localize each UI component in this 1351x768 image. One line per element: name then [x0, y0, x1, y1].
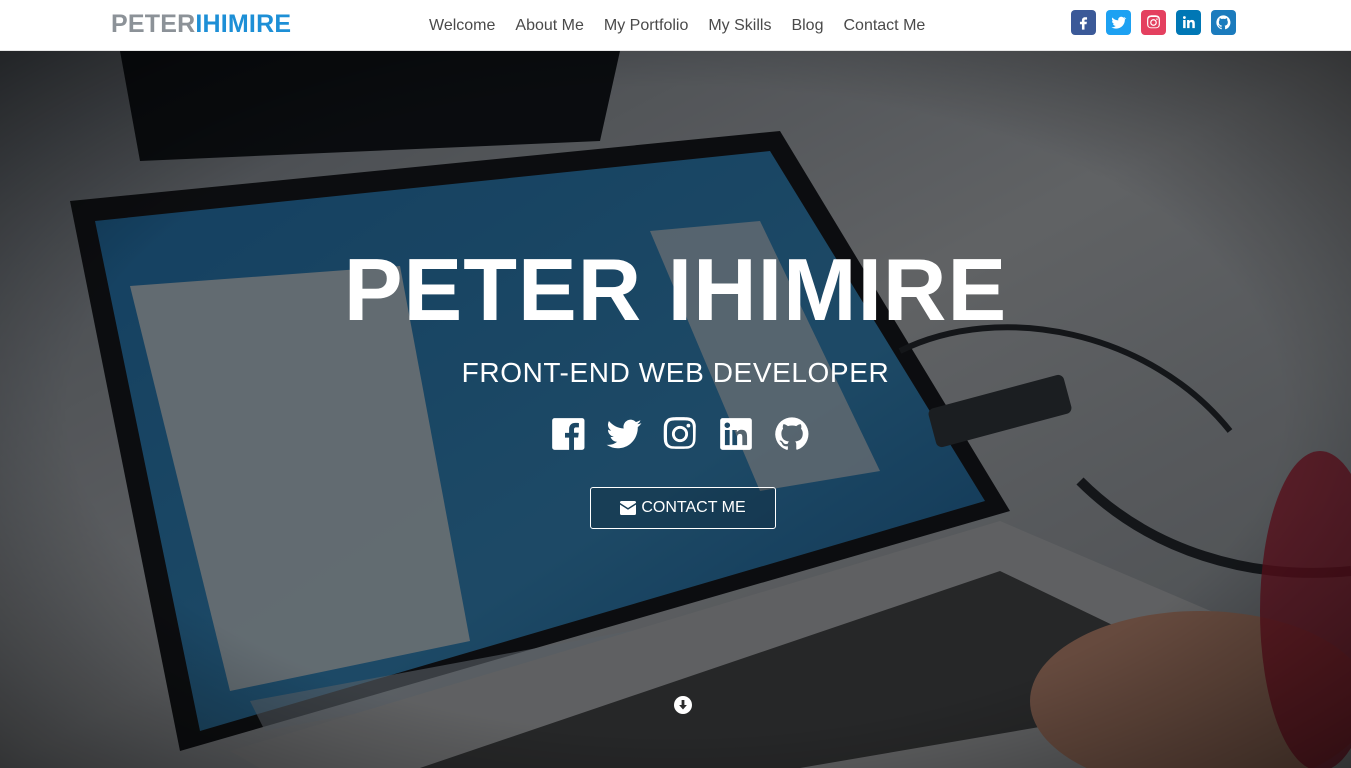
main-nav: Welcome About Me My Portfolio My Skills …: [419, 0, 935, 51]
github-icon[interactable]: [1211, 10, 1236, 35]
facebook-icon[interactable]: [1071, 10, 1096, 35]
linkedin-icon[interactable]: [1176, 10, 1201, 35]
arrow-down-circle-icon[interactable]: [673, 695, 693, 715]
nav-link-welcome[interactable]: Welcome: [419, 0, 505, 51]
nav-link-my-skills[interactable]: My Skills: [698, 0, 781, 51]
contact-me-button[interactable]: CONTACT ME: [590, 487, 776, 529]
nav-link-about-me[interactable]: About Me: [505, 0, 593, 51]
facebook-icon[interactable]: [549, 414, 587, 454]
instagram-icon[interactable]: [1141, 10, 1166, 35]
hero-subtitle: FRONT-END WEB DEVELOPER: [461, 357, 890, 388]
hero-dark-overlay: [0, 51, 1351, 768]
twitter-icon[interactable]: [605, 414, 643, 454]
brand-logo[interactable]: PETERIHIMIRE: [111, 9, 291, 39]
nav-link-my-portfolio[interactable]: My Portfolio: [594, 0, 698, 51]
hero-section: PETER IHIMIRE FRONT-END WEB DEVELOPER CO…: [0, 51, 1351, 768]
github-icon[interactable]: [773, 414, 811, 454]
hero-title: PETER IHIMIRE: [343, 240, 1008, 339]
instagram-icon[interactable]: [661, 414, 699, 454]
top-navbar: PETERIHIMIRE Welcome About Me My Portfol…: [0, 0, 1351, 51]
nav-link-blog[interactable]: Blog: [781, 0, 833, 51]
header-social-links: [1071, 10, 1236, 35]
twitter-icon[interactable]: [1106, 10, 1131, 35]
nav-link-contact-me[interactable]: Contact Me: [833, 0, 935, 51]
brand-first-name: PETER: [111, 10, 196, 38]
brand-last-name: IHIMIRE: [195, 10, 292, 38]
linkedin-icon[interactable]: [717, 414, 755, 454]
contact-me-label: CONTACT ME: [641, 499, 746, 516]
envelope-icon: [620, 501, 637, 515]
hero-social-links: [549, 414, 811, 454]
